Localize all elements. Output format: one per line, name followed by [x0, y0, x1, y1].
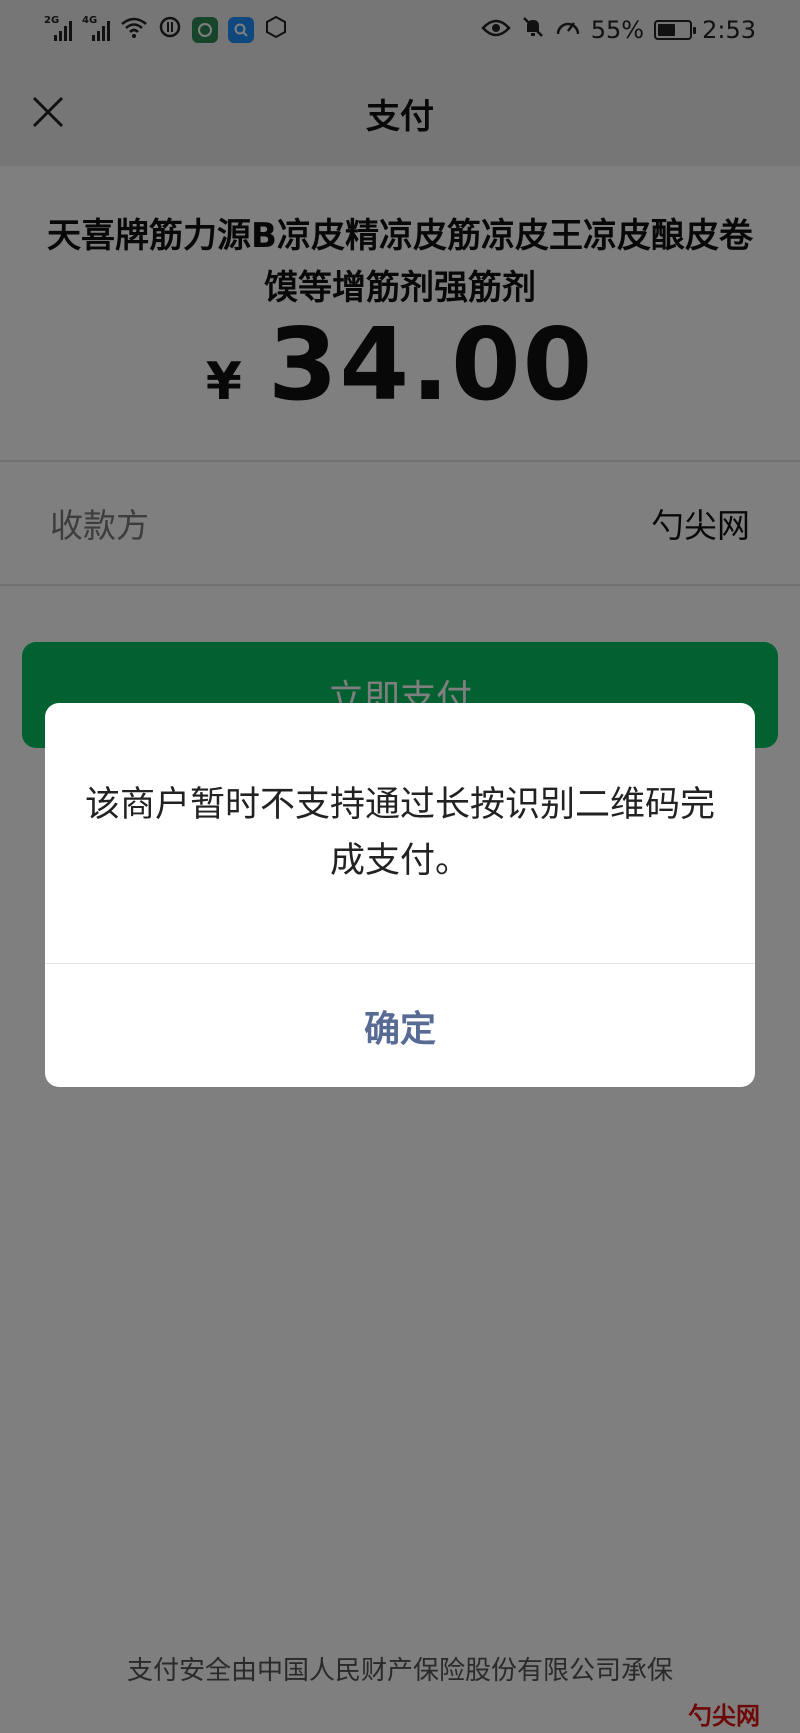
confirm-button[interactable]: 确定: [45, 964, 755, 1087]
alert-dialog: 该商户暂时不支持通过长按识别二维码完成支付。 确定: [45, 703, 755, 1087]
dialog-message: 该商户暂时不支持通过长按识别二维码完成支付。: [85, 785, 716, 881]
